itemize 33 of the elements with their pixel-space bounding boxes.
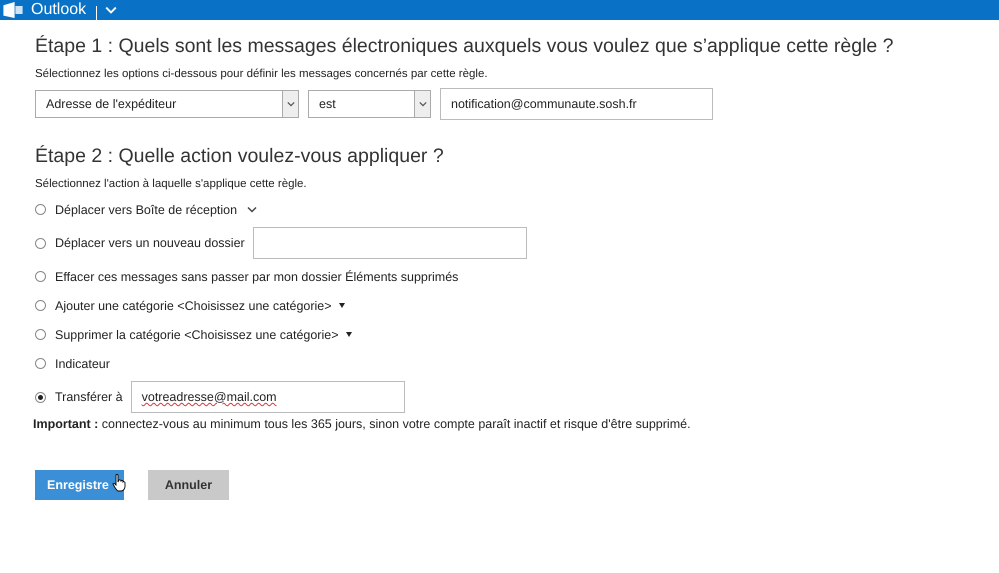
input-field[interactable]: votreadresse@mail.com (130, 381, 405, 413)
radio-button[interactable] (35, 204, 46, 215)
dropdown[interactable]: est (308, 90, 431, 118)
input-field[interactable]: notification@communaute.sosh.fr (440, 88, 713, 120)
step-heading: Étape 2 : Quelle action voulez-vous appliquer ? (35, 144, 445, 168)
chevron-down-icon[interactable] (286, 101, 294, 107)
radio-button[interactable] (35, 329, 46, 340)
option-label[interactable]: Effacer ces messages sans passer par mon dossier Éléments supprimés (55, 270, 458, 284)
caret-icon[interactable] (346, 332, 352, 337)
envelope-logo-icon (3, 2, 23, 18)
dropdown[interactable]: Adresse de l'expéditeur (35, 90, 299, 118)
notice-text: Important : connectez-vous au minimum tous les 365 jours, sinon votre compte paraît inactif et risque d'être supprimé. (33, 417, 692, 431)
instruction-text: Sélectionnez les options ci-dessous pour définir les messages concernés par cette règle. (35, 68, 489, 80)
radio-button[interactable] (35, 392, 46, 402)
option-label[interactable]: Indicateur (55, 356, 110, 370)
option-label[interactable]: Déplacer vers Boîte de réception (55, 202, 238, 216)
radio-button[interactable] (35, 238, 46, 248)
option-label[interactable]: Transférer à (55, 390, 123, 404)
chevron-down-icon[interactable] (247, 206, 258, 213)
option-label[interactable]: Déplacer vers un nouveau dossier (55, 236, 245, 250)
radio-button[interactable] (35, 358, 46, 369)
instruction-text: Sélectionnez l'action à laquelle s'applique cette règle. (35, 178, 308, 190)
input-field[interactable] (252, 227, 527, 259)
radio-button[interactable] (35, 300, 46, 311)
app-title: Outlook (31, 1, 86, 19)
option-label[interactable]: Supprimer la catégorie <Choisissez une catégorie> (55, 328, 338, 342)
caret-icon[interactable] (338, 303, 345, 308)
radio-button[interactable] (35, 271, 46, 282)
chevron-down-icon[interactable] (418, 101, 426, 107)
option-label[interactable]: Ajouter une catégorie <Choisissez une catégorie> (55, 298, 332, 312)
step-heading: Étape 1 : Quels sont les messages électroniques auxquels vous voulez que s’applique cette règle ? (35, 34, 895, 58)
cancel-button[interactable]: Annuler (148, 470, 229, 500)
hand-cursor-icon (112, 474, 126, 492)
